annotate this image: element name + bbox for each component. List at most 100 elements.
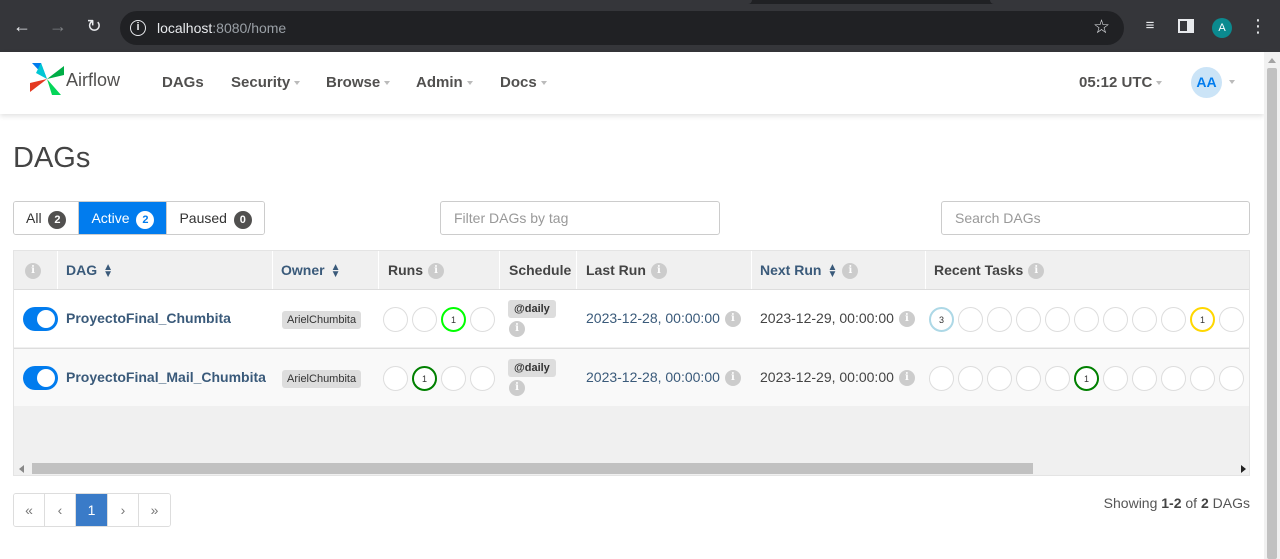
search-dags-input[interactable]: Search DAGs [941, 201, 1250, 235]
task-state-circle[interactable] [1016, 366, 1041, 391]
caret-down-icon [466, 81, 473, 86]
task-state-circle[interactable] [1074, 307, 1099, 332]
schedule-tag[interactable]: @daily [508, 359, 556, 377]
dag-link[interactable]: ProyectoFinal_Chumbita [66, 310, 231, 326]
info-icon[interactable]: i [898, 370, 915, 387]
table-horizontal-scrollbar[interactable] [14, 461, 1249, 475]
task-state-circle[interactable] [958, 307, 983, 332]
last-page-button[interactable]: » [139, 494, 170, 526]
url-text[interactable]: localhost:8080/home [157, 20, 286, 36]
info-icon[interactable]: i [1028, 263, 1045, 280]
scroll-left-icon[interactable] [19, 465, 24, 473]
pause-toggle[interactable] [23, 366, 58, 390]
site-info-icon[interactable]: i [130, 20, 146, 36]
info-icon[interactable]: i [842, 263, 859, 280]
run-state-circle-success[interactable]: 1 [412, 366, 437, 391]
header-next-run[interactable]: Next Run ▲ ▼ i [760, 251, 859, 289]
owner-tag[interactable]: ArielChumbita [282, 311, 362, 329]
count-badge: 2 [48, 211, 67, 229]
utc-clock[interactable]: 05:12 UTC [1079, 74, 1163, 91]
header-owner[interactable]: Owner ▲ ▼ [281, 251, 340, 289]
task-state-circle[interactable] [1103, 307, 1128, 332]
task-state-circle[interactable] [1132, 366, 1157, 391]
info-icon[interactable]: i [724, 370, 741, 387]
user-menu-caret-icon[interactable] [1229, 80, 1235, 84]
bookmark-star-icon[interactable]: ☆ [1093, 16, 1110, 39]
task-state-circle-removed[interactable]: 3 [929, 307, 954, 332]
owner-tag[interactable]: ArielChumbita [282, 370, 362, 388]
task-state-circle[interactable] [1016, 307, 1041, 332]
task-state-circle[interactable] [987, 366, 1012, 391]
back-icon[interactable]: ← [10, 14, 34, 38]
task-state-circle[interactable] [929, 366, 954, 391]
caret-down-icon [294, 81, 301, 86]
info-icon[interactable]: i [509, 380, 525, 396]
browser-menu-icon[interactable]: ⋮ [1246, 14, 1270, 38]
pause-toggle[interactable] [23, 307, 58, 331]
run-state-circle[interactable] [383, 307, 408, 332]
task-state-circle[interactable] [1045, 366, 1070, 391]
info-icon[interactable]: i [724, 311, 741, 328]
sort-icon[interactable]: ▲ ▼ [103, 263, 113, 280]
next-run-date: 2023-12-29, 00:00:00 i [760, 369, 915, 387]
task-state-circle[interactable] [1103, 366, 1128, 391]
task-state-circle[interactable] [1132, 307, 1157, 332]
header-runs: Runs i [388, 251, 444, 289]
task-state-circle[interactable] [1161, 307, 1186, 332]
sort-icon[interactable]: ▲ ▼ [331, 263, 341, 280]
first-page-button[interactable]: « [14, 494, 45, 526]
run-state-circle[interactable] [412, 307, 437, 332]
scrollbar-thumb[interactable] [32, 463, 1033, 474]
filter-active[interactable]: Active 2 [79, 202, 168, 234]
nav-dags[interactable]: DAGs [162, 74, 204, 91]
task-state-circle-success[interactable]: 1 [1074, 366, 1099, 391]
nav-browse[interactable]: Browse [326, 74, 391, 91]
address-bar[interactable]: i localhost:8080/home ☆ [120, 11, 1124, 45]
page-scrollbar[interactable] [1264, 52, 1280, 559]
nav-admin[interactable]: Admin [416, 74, 473, 91]
last-run-date[interactable]: 2023-12-28, 00:00:00 i [586, 310, 741, 328]
tag-filter-input[interactable]: Filter DAGs by tag [440, 201, 720, 235]
pagination: « ‹ 1 › » [13, 493, 171, 527]
side-panel-icon[interactable] [1174, 14, 1198, 38]
filter-all[interactable]: All 2 [14, 202, 80, 234]
airflow-logo-icon[interactable] [28, 60, 66, 103]
info-icon[interactable]: i [428, 263, 444, 280]
scroll-right-icon[interactable] [1241, 465, 1246, 473]
run-state-circle[interactable] [383, 366, 408, 391]
nav-docs[interactable]: Docs [500, 74, 547, 91]
header-dag[interactable]: DAG ▲ ▼ [66, 251, 113, 289]
sort-icon[interactable]: ▲ ▼ [827, 263, 837, 280]
table-row: ProyectoFinal_Chumbita ArielChumbita 1 @… [14, 289, 1249, 347]
info-icon[interactable]: i [509, 321, 525, 337]
page-1-button[interactable]: 1 [76, 494, 108, 526]
run-state-circle[interactable] [470, 307, 495, 332]
next-run-date: 2023-12-29, 00:00:00 i [760, 310, 915, 328]
task-state-circle-up-for-retry[interactable]: 1 [1190, 307, 1215, 332]
info-icon[interactable]: i [898, 311, 915, 328]
task-state-circle[interactable] [1219, 307, 1244, 332]
run-state-circle-running[interactable]: 1 [441, 307, 466, 332]
task-state-circle[interactable] [958, 366, 983, 391]
run-state-circle[interactable] [441, 366, 466, 391]
task-state-circle[interactable] [1045, 307, 1070, 332]
task-state-circle[interactable] [1190, 366, 1215, 391]
next-page-button[interactable]: › [108, 494, 139, 526]
reload-icon[interactable]: ↻ [82, 14, 106, 38]
user-avatar[interactable]: AA [1191, 67, 1222, 98]
profile-avatar[interactable]: A [1212, 18, 1232, 38]
filter-paused[interactable]: Paused 0 [167, 202, 264, 234]
last-run-date[interactable]: 2023-12-28, 00:00:00 i [586, 369, 741, 387]
forward-icon[interactable]: → [46, 14, 70, 38]
info-icon[interactable]: i [650, 263, 667, 280]
dag-link[interactable]: ProyectoFinal_Mail_Chumbita [66, 369, 266, 385]
brand-name[interactable]: Airflow [66, 70, 120, 91]
reading-list-icon[interactable]: ≡ [1138, 14, 1162, 38]
task-state-circle[interactable] [1161, 366, 1186, 391]
prev-page-button[interactable]: ‹ [45, 494, 76, 526]
nav-security[interactable]: Security [231, 74, 301, 91]
task-state-circle[interactable] [987, 307, 1012, 332]
task-state-circle[interactable] [1219, 366, 1244, 391]
run-state-circle[interactable] [470, 366, 495, 391]
schedule-tag[interactable]: @daily [508, 300, 556, 318]
